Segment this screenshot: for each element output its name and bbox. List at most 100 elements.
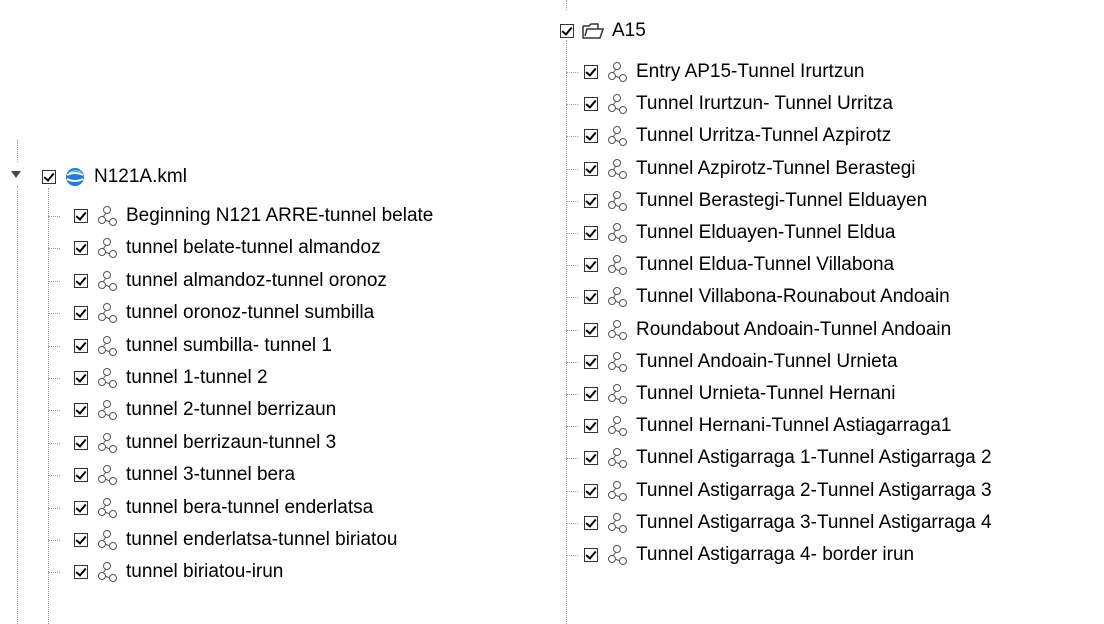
checkbox[interactable] xyxy=(74,468,88,483)
tree-item[interactable]: Tunnel Astigarraga 2-Tunnel Astigarraga … xyxy=(584,476,992,506)
checkbox[interactable] xyxy=(74,306,88,321)
tree-item[interactable]: Entry AP15-Tunnel Irurtzun xyxy=(584,57,864,87)
checkbox[interactable] xyxy=(584,419,598,434)
tree-item[interactable]: tunnel almandoz-tunnel oronoz xyxy=(74,266,387,296)
tree-item[interactable]: tunnel 3-tunnel bera xyxy=(74,460,295,490)
checkbox[interactable] xyxy=(584,290,598,305)
checkbox[interactable] xyxy=(74,273,88,288)
tree-item-label: Tunnel Urnieta-Tunnel Hernani xyxy=(636,383,896,404)
tree-guide-line xyxy=(566,40,567,624)
tree-guide-line xyxy=(48,188,49,624)
checkbox[interactable] xyxy=(584,515,598,530)
tree-item[interactable]: Tunnel Astigarraga 1-Tunnel Astigarraga … xyxy=(584,443,992,473)
tree-item-label: Entry AP15-Tunnel Irurtzun xyxy=(636,61,865,82)
tree-item[interactable]: tunnel oronoz-tunnel sumbilla xyxy=(74,298,374,328)
tree-guide-line xyxy=(48,248,60,250)
tree-item[interactable]: Tunnel Berastegi-Tunnel Elduayen xyxy=(584,186,927,216)
tree-item[interactable]: Tunnel Eldua-Tunnel Villabona xyxy=(584,250,894,280)
checkbox[interactable] xyxy=(584,548,598,562)
tree-item-label: tunnel 2-tunnel berrizaun xyxy=(126,399,337,421)
tree-item[interactable]: Tunnel Irurtzun- Tunnel Urritza xyxy=(584,89,893,119)
tree-item[interactable]: Tunnel Elduayen-Tunnel Eldua xyxy=(584,218,896,248)
path-icon xyxy=(606,254,628,276)
checkbox[interactable] xyxy=(584,354,598,369)
path-icon xyxy=(606,158,628,180)
tree-item[interactable]: Tunnel Andoain-Tunnel Urnieta xyxy=(584,347,898,377)
path-icon xyxy=(606,383,628,405)
checkbox[interactable] xyxy=(584,322,598,337)
path-icon xyxy=(96,367,118,389)
tree-item[interactable]: tunnel 2-tunnel berrizaun xyxy=(74,395,336,425)
tree-item-label: Tunnel Urritza-Tunnel Azpirotz xyxy=(636,125,892,147)
tree-item[interactable]: Tunnel Astigarraga 4- border irun xyxy=(584,540,914,570)
checkbox[interactable] xyxy=(584,387,598,401)
path-icon xyxy=(96,237,118,259)
tree-guide-line xyxy=(566,104,578,106)
path-icon xyxy=(606,351,628,373)
tree-item[interactable]: Beginning N121 ARRE-tunnel belate xyxy=(74,201,433,231)
tree-item-label: Beginning N121 ARRE-tunnel belate xyxy=(126,205,434,226)
tree-item[interactable]: tunnel berrizaun-tunnel 3 xyxy=(74,428,336,458)
checkbox[interactable] xyxy=(584,97,598,112)
tree-item[interactable]: Tunnel Astigarraga 3-Tunnel Astigarraga … xyxy=(584,508,992,538)
tree-root-n121a[interactable]: N121A.kml xyxy=(42,162,187,192)
tree-item[interactable]: tunnel enderlatsa-tunnel biriatou xyxy=(74,525,397,555)
tree-item[interactable]: Tunnel Urnieta-Tunnel Hernani xyxy=(584,379,895,409)
tree-guide-line xyxy=(48,572,60,574)
tree-item[interactable]: tunnel sumbilla- tunnel 1 xyxy=(74,331,332,361)
tree-guide-line xyxy=(566,200,578,202)
checkbox[interactable] xyxy=(74,338,88,353)
path-icon xyxy=(606,286,628,308)
checkbox[interactable] xyxy=(584,129,598,144)
tree-guide-line xyxy=(566,458,578,460)
expand-arrow-icon[interactable] xyxy=(9,168,23,182)
checkbox[interactable] xyxy=(74,565,88,580)
checkbox[interactable] xyxy=(74,209,88,223)
checkbox[interactable] xyxy=(584,483,598,498)
tree-guide-line xyxy=(566,329,578,331)
tree-root-label: N121A.kml xyxy=(94,166,187,187)
tree-item[interactable]: Tunnel Urritza-Tunnel Azpirotz xyxy=(584,121,891,151)
checkbox[interactable] xyxy=(584,193,598,208)
checkbox[interactable] xyxy=(584,161,598,176)
tree-guide-line xyxy=(48,313,60,315)
path-icon xyxy=(606,447,628,469)
tree-item[interactable]: tunnel biriatou-irun xyxy=(74,557,283,587)
tree-item-label: Tunnel Elduayen-Tunnel Eldua xyxy=(636,222,896,243)
checkbox[interactable] xyxy=(584,258,598,273)
checkbox[interactable] xyxy=(560,24,574,38)
path-icon xyxy=(606,512,628,534)
tree-guide-line xyxy=(48,216,60,217)
path-icon xyxy=(96,205,118,227)
tree-item[interactable]: Tunnel Villabona-Rounabout Andoain xyxy=(584,282,950,312)
checkbox[interactable] xyxy=(584,65,598,79)
tree-guide-line xyxy=(566,361,578,363)
tree-guide-line xyxy=(48,475,60,477)
tree-item[interactable]: tunnel 1-tunnel 2 xyxy=(74,363,268,393)
tree-item-label: tunnel bera-tunnel enderlatsa xyxy=(126,496,374,518)
tree-item[interactable]: tunnel belate-tunnel almandoz xyxy=(74,233,381,263)
tree-item[interactable]: Tunnel Hernani-Tunnel Astiagarraga1 xyxy=(584,411,951,441)
checkbox[interactable] xyxy=(74,500,88,515)
checkbox[interactable] xyxy=(74,435,88,450)
tree-guide-line xyxy=(566,555,578,556)
tree-guide-line xyxy=(566,265,578,267)
checkbox[interactable] xyxy=(42,170,56,184)
path-icon xyxy=(606,125,628,147)
checkbox[interactable] xyxy=(584,451,598,466)
tree-item-label: Tunnel Berastegi-Tunnel Elduayen xyxy=(636,189,928,211)
checkbox[interactable] xyxy=(74,241,88,256)
checkbox[interactable] xyxy=(584,226,598,240)
path-icon xyxy=(96,432,118,454)
tree-item[interactable]: Roundabout Andoain-Tunnel Andoain xyxy=(584,315,951,345)
checkbox[interactable] xyxy=(74,371,88,385)
checkbox[interactable] xyxy=(74,403,88,418)
tree-item-label: tunnel 3-tunnel bera xyxy=(126,464,296,486)
checkbox[interactable] xyxy=(74,533,88,547)
tree-root-a15[interactable]: A15 xyxy=(560,16,646,46)
tree-item-label: tunnel berrizaun-tunnel 3 xyxy=(126,431,337,453)
tree-guide-line xyxy=(566,394,578,395)
path-icon xyxy=(606,544,628,566)
tree-item[interactable]: tunnel bera-tunnel enderlatsa xyxy=(74,493,373,523)
tree-item[interactable]: Tunnel Azpirotz-Tunnel Berastegi xyxy=(584,154,916,184)
